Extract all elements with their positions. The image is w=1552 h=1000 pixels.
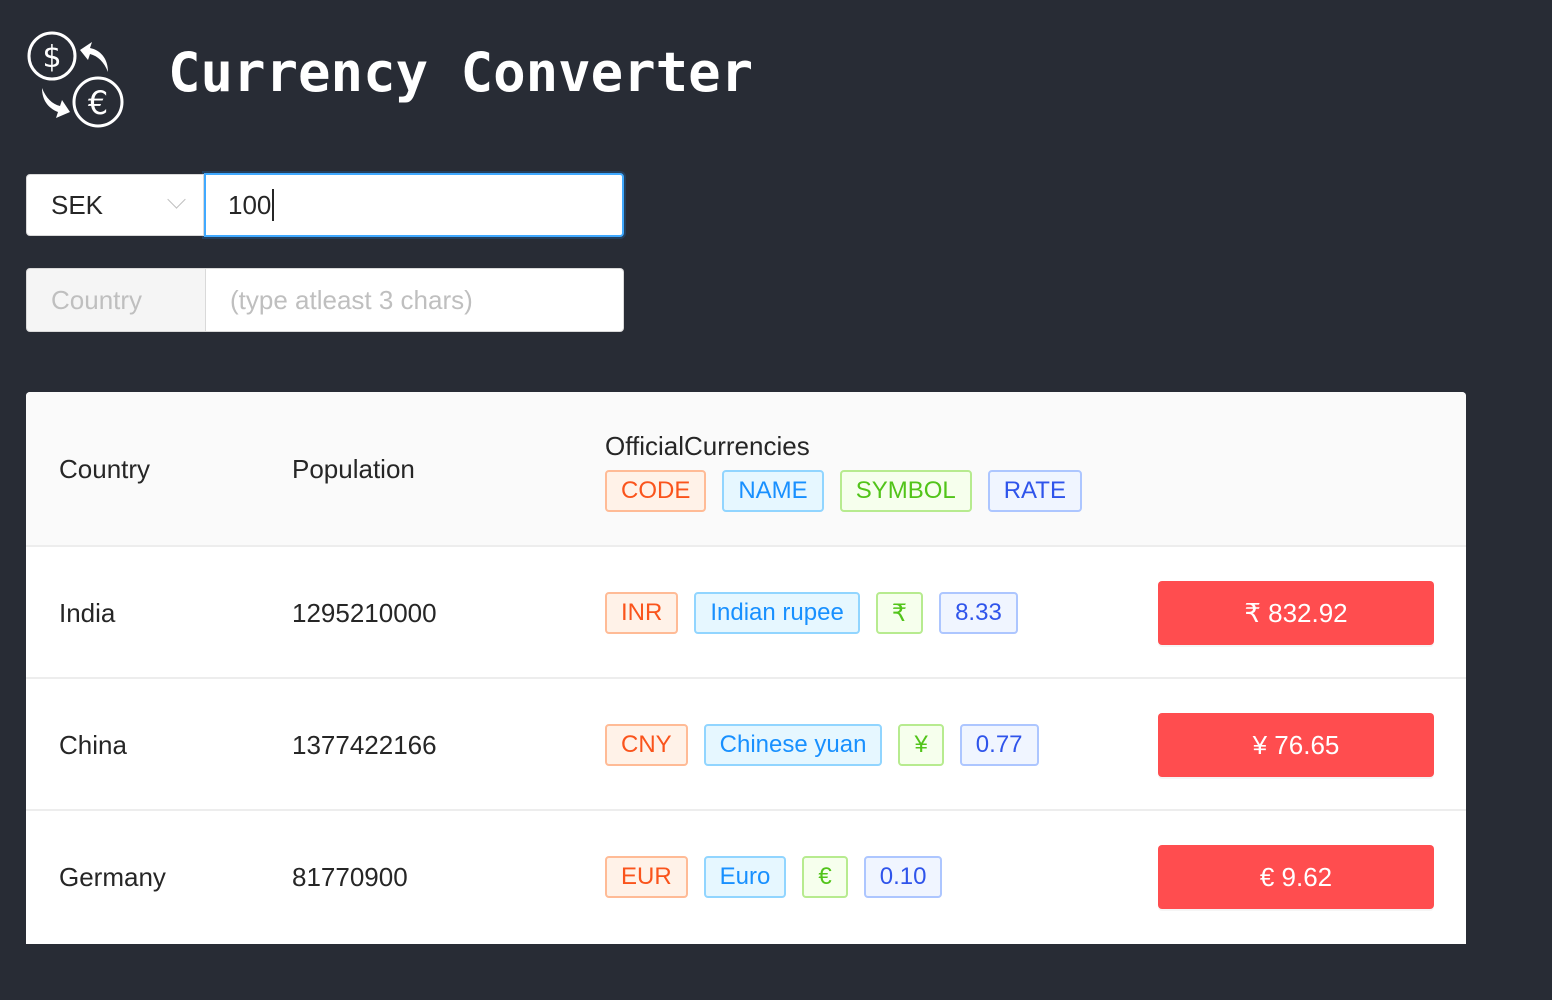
- table-row: Germany 81770900 EUR Euro € 0.10 € 9.62: [26, 811, 1466, 943]
- converter-row: SEK 100: [26, 173, 624, 238]
- svg-text:€: €: [88, 84, 108, 122]
- country-addon-label: Country: [26, 268, 206, 332]
- cell-population: 1295210000: [292, 597, 437, 628]
- currency-symbol-tag: ¥: [898, 724, 944, 766]
- currency-exchange-icon: $ €: [27, 31, 124, 128]
- table-row: India 1295210000 INR Indian rupee ₹ 8.33…: [26, 547, 1466, 679]
- currency-rate-tag: 0.10: [863, 856, 943, 898]
- converted-amount-button[interactable]: ₹ 832.92: [1158, 581, 1434, 645]
- cell-population: 1377422166: [292, 729, 437, 760]
- cell-country: Germany: [59, 861, 166, 892]
- currency-code-tag: CNY: [605, 724, 688, 766]
- currency-name-tag: Euro: [703, 856, 787, 898]
- currency-rate-tag: 8.33: [939, 592, 1018, 634]
- currency-select[interactable]: SEK: [26, 174, 204, 236]
- column-header-population: Population: [292, 454, 415, 484]
- legend-name-tag: NAME: [722, 470, 824, 512]
- currency-legend: CODE NAME SYMBOL RATE: [605, 470, 1098, 512]
- cell-currencies: EUR Euro € 0.10: [605, 811, 958, 943]
- country-search-input[interactable]: [206, 268, 624, 332]
- converted-amount-button[interactable]: € 9.62: [1158, 845, 1434, 909]
- currency-symbol-tag: ₹: [875, 592, 924, 634]
- legend-symbol-tag: SYMBOL: [839, 470, 972, 512]
- currency-code-tag: EUR: [605, 856, 688, 898]
- svg-text:$: $: [42, 40, 61, 75]
- legend-rate-tag: RATE: [987, 470, 1082, 512]
- currency-symbol-tag: €: [802, 856, 848, 898]
- legend-code-tag: CODE: [605, 470, 707, 512]
- page-title: Currency Converter: [168, 41, 754, 104]
- cell-country: India: [59, 597, 116, 628]
- currency-select-value: SEK: [51, 189, 104, 220]
- cell-currencies: INR Indian rupee ₹ 8.33: [605, 547, 1034, 679]
- countries-table: Country Population OfficialCurrencies CO…: [26, 392, 1466, 944]
- column-header-currencies: OfficialCurrencies: [605, 431, 810, 461]
- chevron-down-icon: [167, 190, 186, 209]
- converted-amount-button[interactable]: ¥ 76.65: [1158, 713, 1434, 777]
- cell-country: China: [59, 729, 127, 760]
- currency-name-tag: Chinese yuan: [703, 724, 883, 766]
- cell-population: 81770900: [292, 861, 408, 892]
- cell-currencies: CNY Chinese yuan ¥ 0.77: [605, 679, 1055, 811]
- currency-code-tag: INR: [605, 592, 679, 634]
- text-cursor: [272, 189, 275, 221]
- table-header: Country Population OfficialCurrencies CO…: [26, 392, 1466, 547]
- country-search-row: Country: [26, 268, 624, 332]
- currency-name-tag: Indian rupee: [694, 592, 860, 634]
- amount-value: 100: [228, 189, 272, 220]
- table-row: China 1377422166 CNY Chinese yuan ¥ 0.77…: [26, 679, 1466, 811]
- currency-rate-tag: 0.77: [959, 724, 1039, 766]
- column-header-country: Country: [59, 454, 151, 484]
- amount-input[interactable]: 100: [204, 173, 624, 237]
